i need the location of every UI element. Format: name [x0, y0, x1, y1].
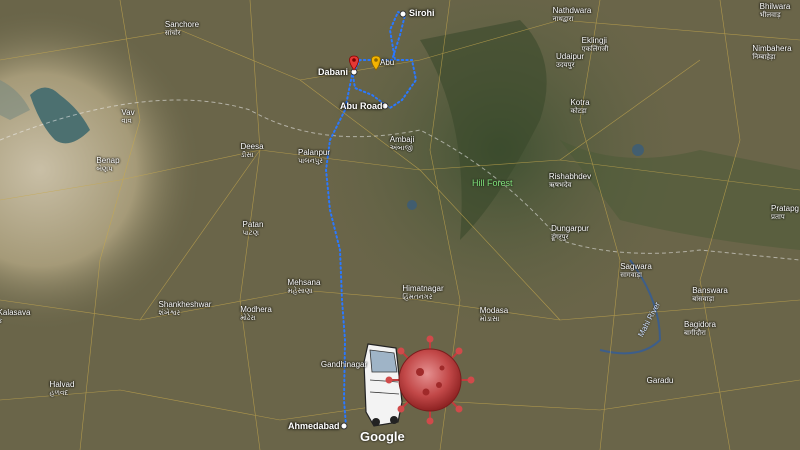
place-label: Gandhinagar	[320, 360, 368, 369]
google-logo: Google	[360, 429, 405, 444]
place-label: Nimbahera निम्बाहेड़ा	[752, 44, 792, 61]
place-label: Sanchore सांचोर	[164, 20, 200, 37]
place-label: Pratapg प्रताप	[770, 204, 800, 221]
bus-icon	[363, 343, 403, 427]
coronavirus-icon	[385, 335, 475, 425]
route-stop-ahmedabad[interactable]	[340, 422, 348, 430]
place-label: Deesa ડીસા	[240, 142, 264, 159]
place-label: Himatnagar હિંમતનગર	[402, 284, 444, 301]
place-label: Vav વાવ	[121, 108, 135, 125]
route-label-abu: Abu	[380, 58, 395, 67]
place-label: Udaipur उदयपुर	[555, 52, 585, 69]
route-label-dabani: Dabani	[318, 67, 349, 77]
route-stop-sirohi[interactable]	[399, 10, 407, 18]
place-label: Eklingji एकलिंगजी	[581, 36, 609, 53]
route-label-sirohi: Sirohi	[409, 8, 435, 18]
place-label: Nathdwara नाथद्वारा	[552, 6, 592, 23]
place-label: Kotra कोटड़ा	[570, 98, 590, 115]
map-canvas[interactable]: Sirohi Dabani Abu Road Ahmedabad Abu San…	[0, 0, 800, 450]
route-label-abu-road: Abu Road	[340, 101, 383, 111]
place-label: Banswara बांसवाड़ा	[692, 286, 728, 303]
place-label: Shankheshwar શંખેશ્વર	[158, 300, 212, 317]
place-label: Bagidora बागीदौरा	[683, 320, 717, 337]
place-label: Rishabhdev ऋषभदेव	[548, 172, 592, 189]
place-label: Dungarpur डूंगरपुर	[551, 224, 589, 241]
place-label: Sagwara सागवाड़ा	[620, 262, 652, 279]
place-label: Kalasava ક	[0, 308, 31, 325]
place-label: Patan પાટણ	[242, 220, 264, 237]
place-label: Garadu	[646, 376, 674, 385]
place-label: Mehsana મહેસાણા	[287, 278, 321, 295]
place-label: Benap બેણપ	[96, 156, 120, 173]
region-label-hill-forest: Hill Forest	[472, 178, 513, 188]
place-label: Palanpur પાલનપુર	[297, 148, 331, 165]
place-label: Modasa મોડાસા	[479, 306, 509, 323]
route-label-ahmedabad: Ahmedabad	[288, 421, 340, 431]
place-label: Modhera મોઢેરા	[240, 305, 272, 322]
terrain-layer	[0, 0, 800, 450]
place-label: Ambaji અંબાજી	[389, 135, 415, 152]
place-label: Halvad હળવદ	[49, 380, 75, 397]
place-label: Bhilwara भीलवाड़	[759, 2, 791, 19]
